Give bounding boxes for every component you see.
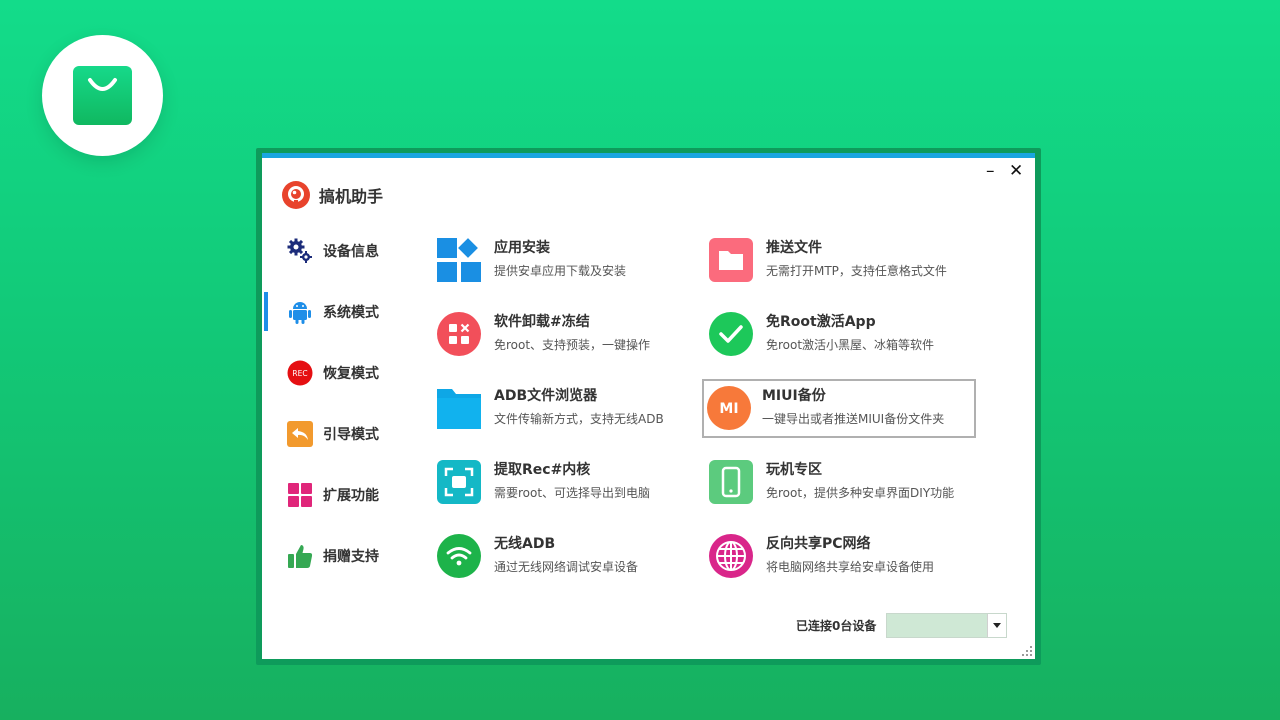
feature-desc: 文件传输新方式，支持无线ADB bbox=[494, 412, 664, 426]
sidebar-item-label: 系统模式 bbox=[323, 304, 379, 321]
sidebar-item-extensions[interactable]: 扩展功能 bbox=[262, 464, 412, 525]
reply-arrow-icon bbox=[286, 420, 314, 448]
feature-desc: 免root、支持预装，一键操作 bbox=[494, 338, 651, 352]
app-title: 搞机助手 bbox=[319, 187, 384, 206]
uninstall-icon bbox=[437, 312, 481, 356]
feature-name: 软件卸载#冻结 bbox=[494, 314, 590, 330]
feature-name: 推送文件 bbox=[766, 240, 822, 256]
feature-name: 玩机专区 bbox=[766, 462, 822, 478]
resize-grip-icon[interactable] bbox=[1022, 646, 1032, 656]
scan-icon bbox=[437, 460, 481, 504]
feature-play-zone[interactable]: 玩机专区 免root，提供多种安卓界面DIY功能 bbox=[704, 454, 974, 512]
gears-icon bbox=[286, 237, 314, 265]
feature-desc: 免root，提供多种安卓界面DIY功能 bbox=[766, 486, 955, 500]
close-button[interactable]: ✕ bbox=[1009, 162, 1023, 180]
feature-extract-rec-kernel[interactable]: 提取Rec#内核 需要root、可选择导出到电脑 bbox=[432, 454, 702, 512]
wifi-icon bbox=[437, 534, 481, 578]
device-select[interactable] bbox=[886, 613, 1008, 638]
feature-name: 应用安装 bbox=[494, 240, 550, 256]
feature-desc: 无需打开MTP，支持任意格式文件 bbox=[766, 264, 947, 278]
feature-adb-file-browser[interactable]: ADB文件浏览器 文件传输新方式，支持无线ADB bbox=[432, 380, 702, 438]
feature-app-install[interactable]: 应用安装 提供安卓应用下载及安装 bbox=[432, 232, 702, 290]
feature-desc: 将电脑网络共享给安卓设备使用 bbox=[766, 560, 935, 574]
feature-desc: 需要root、可选择导出到电脑 bbox=[494, 486, 651, 500]
feature-miui-backup[interactable]: MI MIUI备份 一键导出或者推送MIUI备份文件夹 bbox=[702, 379, 976, 438]
thumbs-up-icon bbox=[286, 542, 314, 570]
sidebar-item-recovery-mode[interactable]: REC 恢复模式 bbox=[262, 342, 412, 403]
sidebar: 设备信息 系统模式 REC 恢复模式 引导模式 扩展功能 捐赠支持 bbox=[262, 220, 412, 586]
dropdown-button[interactable] bbox=[987, 614, 1007, 637]
chevron-down-icon bbox=[993, 623, 1002, 628]
app-logo-icon bbox=[282, 181, 310, 209]
feature-desc: 免root激活小黑屋、冰箱等软件 bbox=[766, 338, 935, 352]
sidebar-item-label: 捐赠支持 bbox=[323, 548, 379, 565]
feature-name: 提取Rec#内核 bbox=[494, 462, 591, 478]
sidebar-item-device-info[interactable]: 设备信息 bbox=[262, 220, 412, 281]
mi-logo-text: MI bbox=[719, 401, 738, 417]
feature-name: 免Root激活App bbox=[766, 314, 876, 330]
feature-desc: 提供安卓应用下载及安装 bbox=[494, 264, 627, 278]
feature-wireless-adb[interactable]: 无线ADB 通过无线网络调试安卓设备 bbox=[432, 528, 702, 586]
sidebar-item-system-mode[interactable]: 系统模式 bbox=[262, 281, 412, 342]
feature-activate-app[interactable]: 免Root激活App 免root激活小黑屋、冰箱等软件 bbox=[704, 306, 974, 364]
app-grid-icon bbox=[437, 238, 481, 282]
checkmark-icon bbox=[709, 312, 753, 356]
app-store-badge bbox=[42, 35, 163, 156]
sidebar-item-label: 引导模式 bbox=[323, 426, 379, 443]
feature-desc: 一键导出或者推送MIUI备份文件夹 bbox=[762, 412, 945, 426]
rec-icon: REC bbox=[286, 359, 314, 387]
folder-icon bbox=[709, 238, 753, 282]
connection-status: 已连接0台设备 bbox=[796, 619, 877, 633]
feature-desc: 通过无线网络调试安卓设备 bbox=[494, 560, 639, 574]
android-icon bbox=[286, 298, 314, 326]
globe-icon bbox=[709, 534, 753, 578]
shopping-bag-icon bbox=[73, 66, 132, 125]
folder-blue-icon bbox=[437, 389, 481, 429]
mi-logo-icon: MI bbox=[707, 386, 751, 430]
feature-name: ADB文件浏览器 bbox=[494, 388, 598, 404]
sidebar-item-donate[interactable]: 捐赠支持 bbox=[262, 525, 412, 586]
grid-icon bbox=[286, 481, 314, 509]
rec-badge-text: REC bbox=[292, 369, 307, 378]
sidebar-item-bootloader-mode[interactable]: 引导模式 bbox=[262, 403, 412, 464]
sidebar-item-label: 恢复模式 bbox=[323, 365, 379, 382]
app-window: – ✕ 搞机助手 设备信息 系统模式 REC 恢复模式 引导模式 扩展功能 捐赠… bbox=[262, 153, 1035, 659]
sidebar-item-label: 设备信息 bbox=[323, 243, 379, 260]
feature-name: MIUI备份 bbox=[762, 388, 826, 404]
feature-uninstall-freeze[interactable]: 软件卸载#冻结 免root、支持预装，一键操作 bbox=[432, 306, 702, 364]
title-bar: 搞机助手 bbox=[281, 179, 383, 211]
feature-name: 无线ADB bbox=[494, 536, 556, 552]
phone-icon bbox=[709, 460, 753, 504]
feature-reverse-tethering[interactable]: 反向共享PC网络 将电脑网络共享给安卓设备使用 bbox=[704, 528, 974, 586]
status-bar: 已连接0台设备 bbox=[796, 613, 1008, 638]
feature-push-files[interactable]: 推送文件 无需打开MTP，支持任意格式文件 bbox=[704, 232, 974, 290]
minimize-button[interactable]: – bbox=[986, 162, 995, 180]
feature-name: 反向共享PC网络 bbox=[766, 536, 871, 552]
sidebar-item-label: 扩展功能 bbox=[323, 487, 379, 504]
